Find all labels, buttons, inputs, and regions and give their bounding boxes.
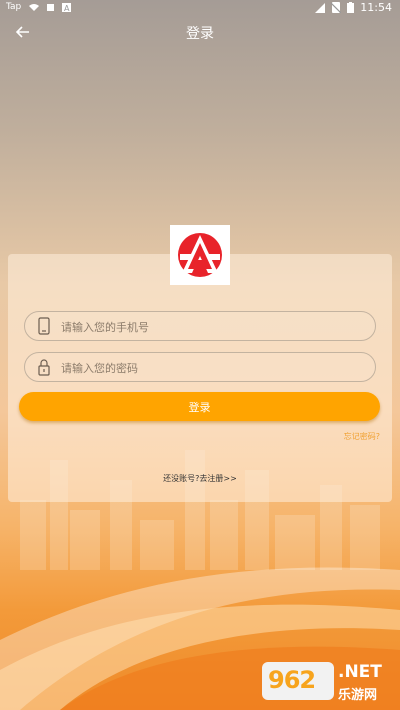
lock-icon — [38, 359, 50, 376]
status-bar: Tap A 11:54 — [0, 0, 400, 16]
phone-icon — [38, 317, 50, 335]
login-button[interactable]: 登录 — [19, 392, 380, 421]
app-logo — [170, 225, 230, 285]
watermark-site: 乐游网 — [338, 688, 378, 703]
svg-text:A: A — [64, 4, 70, 12]
no-sim-icon — [331, 2, 342, 13]
phone-field[interactable] — [24, 311, 376, 342]
page-title: 登录 — [186, 26, 214, 42]
phone-input[interactable] — [59, 312, 363, 342]
signal-icon — [315, 2, 326, 13]
watermark-suffix: .NET — [338, 662, 382, 682]
password-field[interactable] — [24, 352, 376, 383]
battery-icon — [347, 2, 355, 13]
carrier-text: Tap — [6, 2, 22, 12]
password-input[interactable] — [59, 353, 363, 383]
top-bar: 登录 — [0, 18, 400, 46]
watermark-logo: 962 .NET 乐游网 — [262, 660, 392, 704]
forgot-password-link[interactable]: 忘记密码? — [344, 431, 380, 442]
register-link[interactable]: 还没账号?去注册>> — [0, 473, 400, 484]
clock-text: 11:54 — [360, 1, 392, 14]
wifi-icon — [29, 4, 40, 11]
square-icon — [47, 3, 55, 11]
a-icon: A — [62, 2, 72, 12]
watermark-number: 962 — [268, 666, 316, 694]
